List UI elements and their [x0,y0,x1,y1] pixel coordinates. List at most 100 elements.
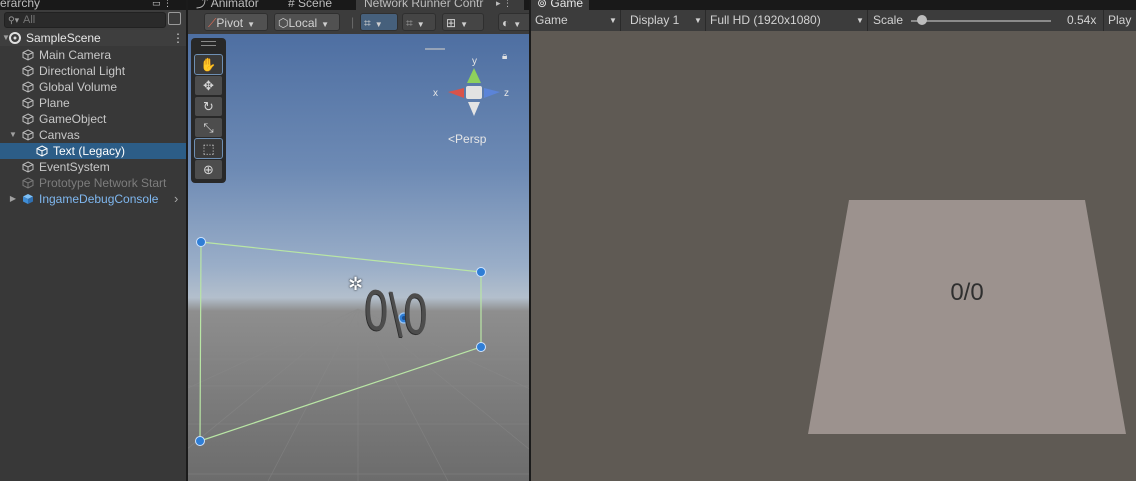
play-label: Play [1108,13,1132,27]
hierarchy-item-label: Main Camera [39,48,112,62]
display-dropdown[interactable]: Display 1 ▼ [626,10,706,31]
hierarchy-item-label: Plane [39,96,70,110]
rotate-tool-icon[interactable]: ↻ [195,97,222,116]
tab-game[interactable]: ⊚ Game [531,0,590,10]
hierarchy-search-input[interactable] [23,13,161,27]
scale-value: 0.54x [1067,13,1097,27]
scale-slider-thumb[interactable] [917,15,928,25]
hierarchy-panel: ⚲▾ ▼ SampleScene ⋮ Main Camera Direction… [0,10,186,481]
hierarchy-item-label: IngameDebugConsole [39,192,159,206]
play-mode-dropdown[interactable]: Play [1104,10,1136,31]
local-dropdown[interactable]: ⬡Local ▼ [274,13,340,31]
caret-down-icon: ▼ [856,16,864,25]
scale-slider-track[interactable] [911,20,1051,22]
hierarchy-item-text-legacy[interactable]: Text (Legacy) [0,143,186,159]
tab-overflow-icon[interactable]: ▸ ⋮ [496,0,512,10]
move-cursor-icon: ✲ [348,274,364,294]
caret-down-icon: ▼ [513,20,522,29]
scene-grid-icon: # [288,0,295,10]
rect-tool-icon[interactable]: ⬚ [194,138,223,159]
tab-animator[interactable]: ⤴ Animator [196,0,259,10]
increment-snap-toggle[interactable]: ⌗ ▼ [402,13,436,31]
draw-mode-dropdown[interactable]: ◐ ▼ [498,13,529,31]
chevron-right-icon[interactable]: › [174,191,178,207]
move-tool-icon[interactable]: ✥ [195,76,222,95]
local-label: Local [288,16,318,30]
game-controller-icon: ⊚ [537,0,548,10]
scene-viewport[interactable]: 0/0 ✲ ✋ ✥ ↻ ⤡ ⬚ ⊕ 🔒︎ y x z <Persp [188,34,529,481]
scale-control: Scale 0.54x [869,10,1104,31]
hand-tool-icon[interactable]: ✋ [194,54,223,75]
game-viewport[interactable]: 0/0 [531,31,1136,481]
unity-logo-icon [9,32,21,44]
hierarchy-search-field[interactable]: ⚲▾ [4,12,166,28]
caret-down-icon: ▼ [321,20,330,29]
gameobject-cube-icon [36,145,48,157]
hierarchy-item-ingame-debug-console[interactable]: ▶ IngameDebugConsole › [0,191,186,207]
gameobject-cube-icon [22,113,34,125]
hierarchy-item-plane[interactable]: Plane [0,95,186,111]
hierarchy-item-main-camera[interactable]: Main Camera [0,47,186,63]
hierarchy-item-gameobject[interactable]: GameObject [0,111,186,127]
grid-snap-toggle[interactable]: ⌗ ▼ [360,13,398,31]
animator-icon: ⤴ [196,0,209,10]
tab-game-label: Game [550,0,584,10]
top-tab-strip: erarchy ▭ ⋮ ⤴ Animator # Scene Network R… [0,0,1136,10]
tab-hierarchy[interactable]: erarchy [0,0,40,10]
toolbar-separator: | [351,15,355,29]
display-label: Display 1 [630,13,680,27]
gizmo-x-label: x [433,88,438,99]
gameobject-cube-icon [22,129,34,141]
hierarchy-toolbar: ⚲▾ [0,10,186,31]
caret-down-icon: ▼ [460,20,468,29]
sphere-icon: ◐ [502,16,510,30]
hierarchy-item-global-volume[interactable]: Global Volume [0,79,186,95]
resolution-dropdown[interactable]: Full HD (1920x1080) ▼ [706,10,868,31]
grid-snap-icon: ⌗ [364,16,371,30]
hierarchy-item-directional-light[interactable]: Directional Light [0,63,186,79]
scene-toolbar: ⟋Pivot ▼ ⬡Local ▼ | ⌗ ▼ ⌗ ▼ ⊞ ▼ ◐ ▼ [188,10,529,35]
pivot-dropdown[interactable]: ⟋Pivot ▼ [204,13,268,31]
gameobject-cube-icon [22,81,34,93]
game-toolbar: Game ▼ Display 1 ▼ Full HD (1920x1080) ▼… [531,10,1136,32]
caret-down-icon: ▼ [374,20,383,29]
scene-menu-icon[interactable]: ⋮ [172,30,184,46]
hierarchy-item-canvas[interactable]: ▼ Canvas [0,127,186,143]
gizmo-z-label: z [504,88,509,99]
caret-down-icon: ▼ [247,20,256,29]
caret-down-icon: ▼ [694,16,702,25]
hierarchy-item-label: Directional Light [39,64,126,78]
chevron-right-icon[interactable]: ▶ [8,191,18,207]
resolution-label: Full HD (1920x1080) [710,13,821,27]
projection-toggle[interactable]: <Persp [448,132,486,146]
hierarchy-item-prototype-network-start[interactable]: Prototype Network Start [0,175,186,191]
hierarchy-item-label: Text (Legacy) [53,144,126,158]
hierarchy-item-eventsystem[interactable]: EventSystem [0,159,186,175]
panel-menu-icon[interactable]: ▭ ⋮ [152,0,172,10]
scale-tool-icon[interactable]: ⤡ [195,118,222,137]
drag-handle-icon[interactable] [201,41,216,46]
local-cube-icon: ⬡ [278,16,289,30]
search-icon: ⚲▾ [8,15,20,25]
game-mode-dropdown[interactable]: Game ▼ [531,10,621,31]
snap-settings-toggle[interactable]: ⊞ ▼ [442,13,484,31]
scene-visibility-icon[interactable] [168,12,181,25]
prefab-cube-icon [23,194,33,204]
chevron-down-icon[interactable]: ▼ [8,127,18,143]
gameobject-cube-icon [22,49,34,61]
tab-animator-label: Animator [210,0,259,10]
orientation-gizmo[interactable]: y x z [428,48,518,134]
tab-scene[interactable]: # Scene [288,0,332,10]
tab-scene-label: Scene [298,0,333,10]
gameobject-cube-icon [22,177,34,189]
pivot-label: Pivot [216,16,244,30]
gameobject-cube-icon [22,97,34,109]
tool-palette: ✋ ✥ ↻ ⤡ ⬚ ⊕ [191,38,226,183]
hierarchy-item-label: Canvas [39,128,80,142]
increment-snap-icon: ⌗ [406,16,413,30]
gizmo-y-label: y [472,56,477,67]
perspective-icon: < [448,132,456,146]
game-panel: Game ▼ Display 1 ▼ Full HD (1920x1080) ▼… [531,10,1136,481]
transform-tool-icon[interactable]: ⊕ [195,160,222,179]
scene-root-row[interactable]: ▼ SampleScene ⋮ [0,30,186,46]
